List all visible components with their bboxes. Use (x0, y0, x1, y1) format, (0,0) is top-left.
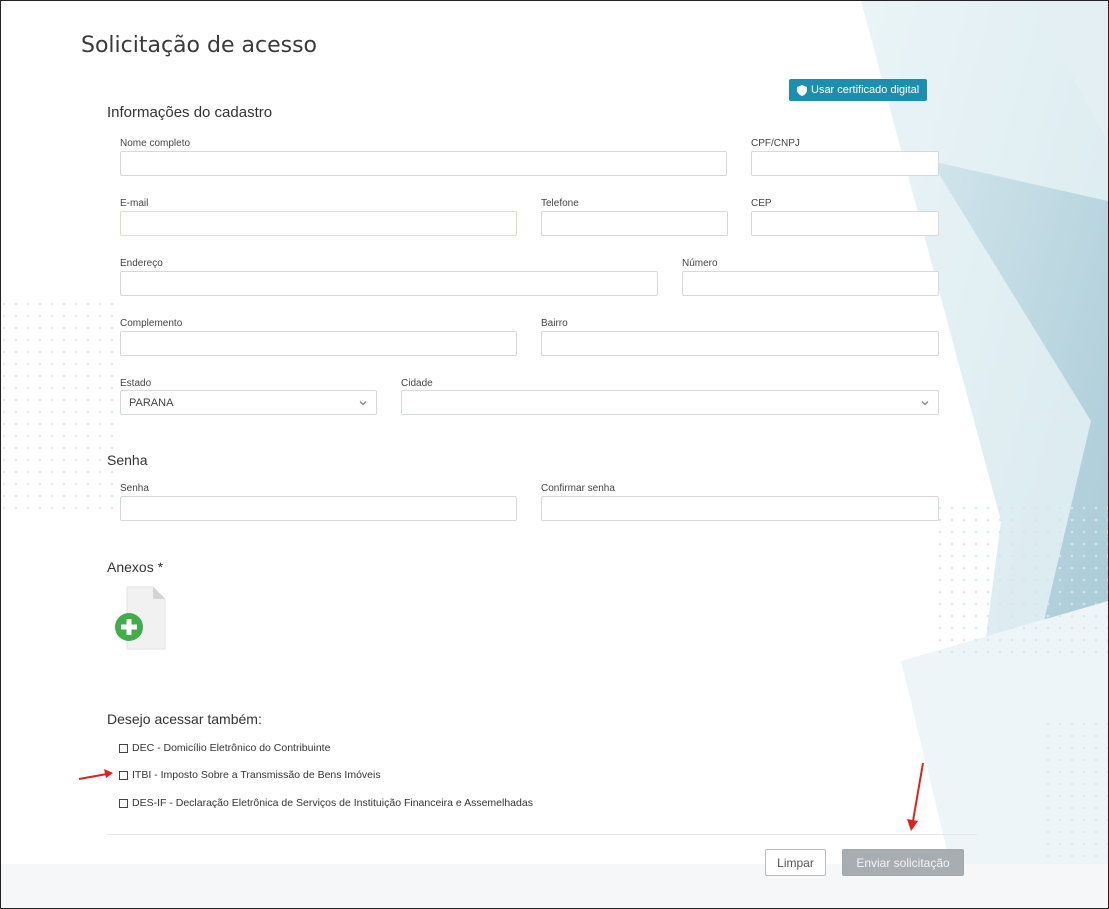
chevron-down-icon (359, 401, 367, 406)
annotation-arrow-down-icon (907, 762, 924, 831)
complement-label: Complemento (120, 318, 183, 329)
city-label: Cidade (401, 378, 433, 389)
option-desif[interactable]: DES-IF - Declaração Eletrônica de Serviç… (119, 797, 533, 809)
cep-input[interactable] (751, 211, 939, 236)
state-select-value: PARANA (129, 396, 174, 409)
email-label: E-mail (120, 198, 149, 209)
number-label: Número (682, 258, 718, 269)
password-label: Senha (120, 483, 149, 494)
form-divider (107, 834, 977, 835)
state-select[interactable]: PARANA (120, 390, 377, 415)
option-itbi-checkbox[interactable] (119, 770, 128, 780)
option-dec-label: DEC - Domicílio Eletrônico do Contribuin… (132, 742, 331, 754)
page-title: Solicitação de acesso (81, 33, 317, 58)
digital-certificate-button[interactable]: Usar certificado digital (789, 79, 928, 101)
option-itbi[interactable]: ITBI - Imposto Sobre a Transmissão de Be… (119, 769, 381, 781)
district-input[interactable] (541, 331, 939, 356)
password-input[interactable] (120, 496, 517, 521)
clear-button[interactable]: Limpar (765, 849, 826, 876)
address-input[interactable] (120, 271, 658, 296)
address-label: Endereço (120, 258, 163, 269)
cep-label: CEP (751, 198, 772, 209)
section-extra-access-title: Desejo acessar também: (107, 711, 262, 727)
section-password-title: Senha (107, 452, 148, 468)
option-desif-checkbox[interactable] (119, 798, 128, 808)
full-name-label: Nome completo (120, 138, 191, 149)
email-input[interactable] (120, 211, 517, 236)
complement-input[interactable] (120, 331, 517, 356)
option-dec[interactable]: DEC - Domicílio Eletrônico do Contribuin… (119, 742, 330, 754)
page-frame: Solicitação de acesso Usar certificado d… (0, 0, 1109, 909)
password-confirm-label: Confirmar senha (541, 483, 615, 494)
cpf-cnpj-label: CPF/CNPJ (751, 138, 800, 149)
option-dec-checkbox[interactable] (119, 743, 128, 753)
state-label: Estado (120, 378, 152, 389)
number-input[interactable] (682, 271, 939, 296)
send-request-button[interactable]: Enviar solicitação (842, 849, 964, 876)
chevron-down-icon (921, 401, 929, 406)
annotation-arrow-right-icon (78, 769, 113, 780)
city-select[interactable] (401, 390, 939, 415)
option-desif-label: DES-IF - Declaração Eletrônica de Serviç… (132, 797, 533, 809)
section-attachments-title: Anexos * (107, 559, 164, 575)
shield-icon (797, 84, 807, 96)
district-label: Bairro (541, 318, 568, 329)
option-itbi-label: ITBI - Imposto Sobre a Transmissão de Be… (132, 769, 381, 781)
full-name-input[interactable] (120, 151, 727, 176)
cpf-cnpj-input[interactable] (751, 151, 939, 176)
add-attachment-icon[interactable] (107, 583, 169, 653)
section-registration-title: Informações do cadastro (107, 104, 273, 121)
digital-certificate-label: Usar certificado digital (811, 84, 920, 96)
access-request-form: Solicitação de acesso Usar certificado d… (1, 1, 1108, 908)
password-confirm-input[interactable] (541, 496, 939, 521)
phone-label: Telefone (541, 198, 579, 209)
phone-input[interactable] (541, 211, 728, 236)
